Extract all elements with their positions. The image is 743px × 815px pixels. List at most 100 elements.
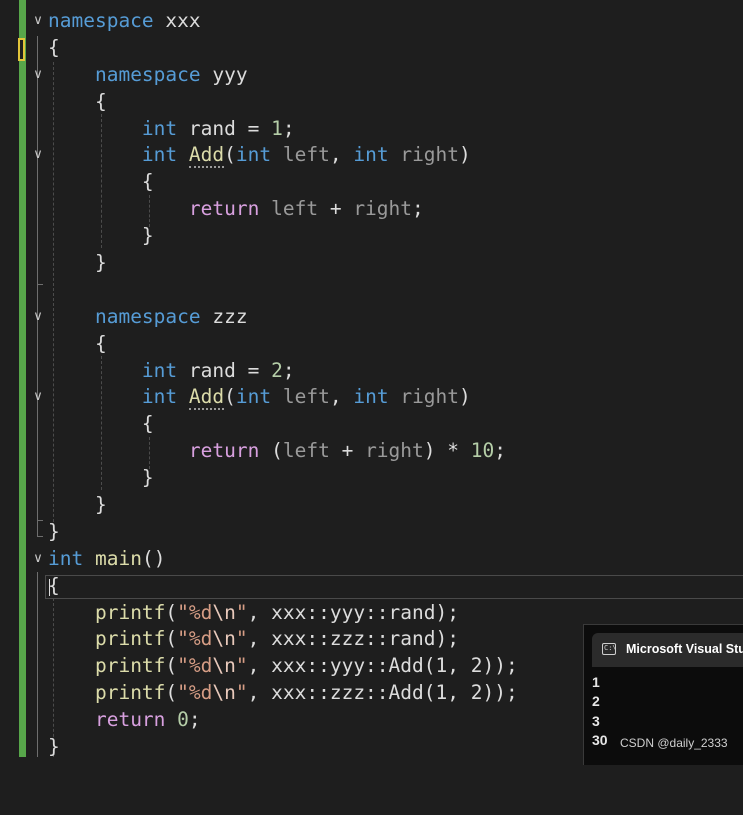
code-line[interactable]: } xyxy=(0,492,743,519)
code-line[interactable]: { xyxy=(0,89,743,116)
code-line-current[interactable]: { xyxy=(0,573,743,600)
token-punct: ( xyxy=(165,654,178,678)
token-function[interactable]: Add xyxy=(188,385,225,411)
token-string: "%d xyxy=(177,681,213,705)
code-line[interactable]: } xyxy=(0,223,743,250)
token-function[interactable]: Add xyxy=(188,143,225,169)
token-punct: ); xyxy=(435,627,459,651)
token-punct: ( xyxy=(224,143,236,167)
code-line[interactable]: } xyxy=(0,250,743,277)
chevron-down-icon[interactable]: ∨ xyxy=(30,8,46,35)
token-keyword: namespace xyxy=(94,62,201,86)
token-brace: { xyxy=(141,170,154,194)
token-operator: + xyxy=(341,439,354,463)
chevron-down-icon[interactable]: ∨ xyxy=(30,384,46,411)
token-number: 0 xyxy=(177,708,189,732)
chevron-down-icon[interactable]: ∨ xyxy=(30,304,46,331)
console-output-line: 30 xyxy=(592,731,608,748)
token-brace: } xyxy=(94,493,107,517)
token-punct: ( xyxy=(165,600,178,624)
code-line[interactable]: } xyxy=(0,465,743,492)
code-line[interactable]: return (left + right) * 10; xyxy=(0,438,743,465)
token-punct: ; xyxy=(188,708,201,732)
token-parameter: right xyxy=(400,143,460,167)
code-line[interactable]: { xyxy=(0,35,743,62)
token-type: int xyxy=(353,143,389,167)
token-keyword: namespace xyxy=(48,9,154,32)
token-punct: ( xyxy=(271,439,283,463)
token-type: int xyxy=(141,116,178,140)
code-line[interactable]: printf("%d\n", xxx::yyy::rand); xyxy=(0,600,743,627)
token-parameter: left xyxy=(282,143,330,167)
token-keyword: return xyxy=(94,708,166,732)
token-string: "%d xyxy=(177,654,213,678)
token-brace: } xyxy=(141,466,154,490)
chevron-down-icon[interactable]: ∨ xyxy=(30,62,46,89)
token-keyword: namespace xyxy=(94,304,201,328)
code-line[interactable]: ∨ namespace xxx xyxy=(0,8,743,35)
chevron-down-icon[interactable]: ∨ xyxy=(30,142,46,169)
token-expression: xxx::yyy::Add(1, 2) xyxy=(271,654,495,678)
token-brace: { xyxy=(141,412,154,436)
code-line[interactable]: int rand = 1; xyxy=(0,116,743,143)
token-punct: ); xyxy=(494,654,518,678)
token-brace: { xyxy=(94,331,107,355)
token-string: " xyxy=(235,627,248,651)
code-line[interactable]: ∨ int Add(int left, int right) xyxy=(0,384,743,411)
code-line[interactable]: ∨ namespace zzz xyxy=(0,304,743,331)
code-line[interactable]: ∨ namespace yyy xyxy=(0,62,743,89)
token-punct: ; xyxy=(282,358,295,382)
token-expression: xxx::yyy::rand xyxy=(271,600,436,624)
console-output: 1 2 3 30 xyxy=(592,673,608,750)
token-punct: , xyxy=(247,627,260,651)
token-keyword: return xyxy=(188,197,260,221)
chevron-down-icon[interactable]: ∨ xyxy=(30,546,46,573)
token-brace: { xyxy=(48,35,60,59)
token-operator: * xyxy=(447,439,460,463)
token-function[interactable]: printf xyxy=(95,654,165,677)
console-output-line: 1 xyxy=(592,674,600,690)
token-number: 10 xyxy=(470,439,495,463)
code-line[interactable]: int rand = 2; xyxy=(0,358,743,385)
token-punct: ( xyxy=(165,627,178,651)
code-line[interactable]: { xyxy=(0,331,743,358)
token-escape: \n xyxy=(212,681,236,705)
token-type: int xyxy=(141,358,178,382)
code-line[interactable]: } xyxy=(0,519,743,546)
code-line[interactable]: return left + right; xyxy=(0,196,743,223)
token-punct: ); xyxy=(435,600,459,624)
token-string: " xyxy=(235,681,248,705)
token-function[interactable]: printf xyxy=(95,627,165,650)
token-punct: , xyxy=(247,600,260,624)
token-operator: + xyxy=(329,197,342,221)
code-line-empty[interactable] xyxy=(0,277,743,304)
token-function[interactable]: printf xyxy=(95,681,165,704)
token-number: 1 xyxy=(271,116,283,140)
token-punct: ; xyxy=(494,439,506,463)
code-line[interactable]: ∨ int Add(int left, int right) xyxy=(0,142,743,169)
token-type: int xyxy=(48,546,84,570)
token-escape: \n xyxy=(212,654,236,678)
token-punct: , xyxy=(247,654,260,678)
token-string: "%d xyxy=(177,600,213,624)
token-type: int xyxy=(235,143,272,167)
token-identifier: rand xyxy=(188,116,236,140)
console-title-bar[interactable]: C:\ Microsoft Visual Studio xyxy=(592,633,743,667)
code-line[interactable]: { xyxy=(0,411,743,438)
token-brace: } xyxy=(48,519,60,543)
token-escape: \n xyxy=(212,627,236,651)
token-parameter: left xyxy=(271,197,319,221)
token-function[interactable]: main xyxy=(95,547,142,570)
watermark: CSDN @daily_2333 xyxy=(620,736,728,750)
token-brace: } xyxy=(48,735,60,759)
code-line[interactable]: ∨ int main() xyxy=(0,546,743,573)
token-function[interactable]: printf xyxy=(95,601,165,624)
token-brace: { xyxy=(48,573,60,597)
code-line[interactable]: { xyxy=(0,169,743,196)
token-punct: ); xyxy=(494,681,518,705)
token-parameter: right xyxy=(353,197,413,221)
token-type: int xyxy=(141,385,178,409)
token-expression: xxx::zzz::Add(1, 2) xyxy=(271,681,495,705)
token-identifier: zzz xyxy=(212,304,248,328)
token-punct: ) xyxy=(423,439,436,463)
